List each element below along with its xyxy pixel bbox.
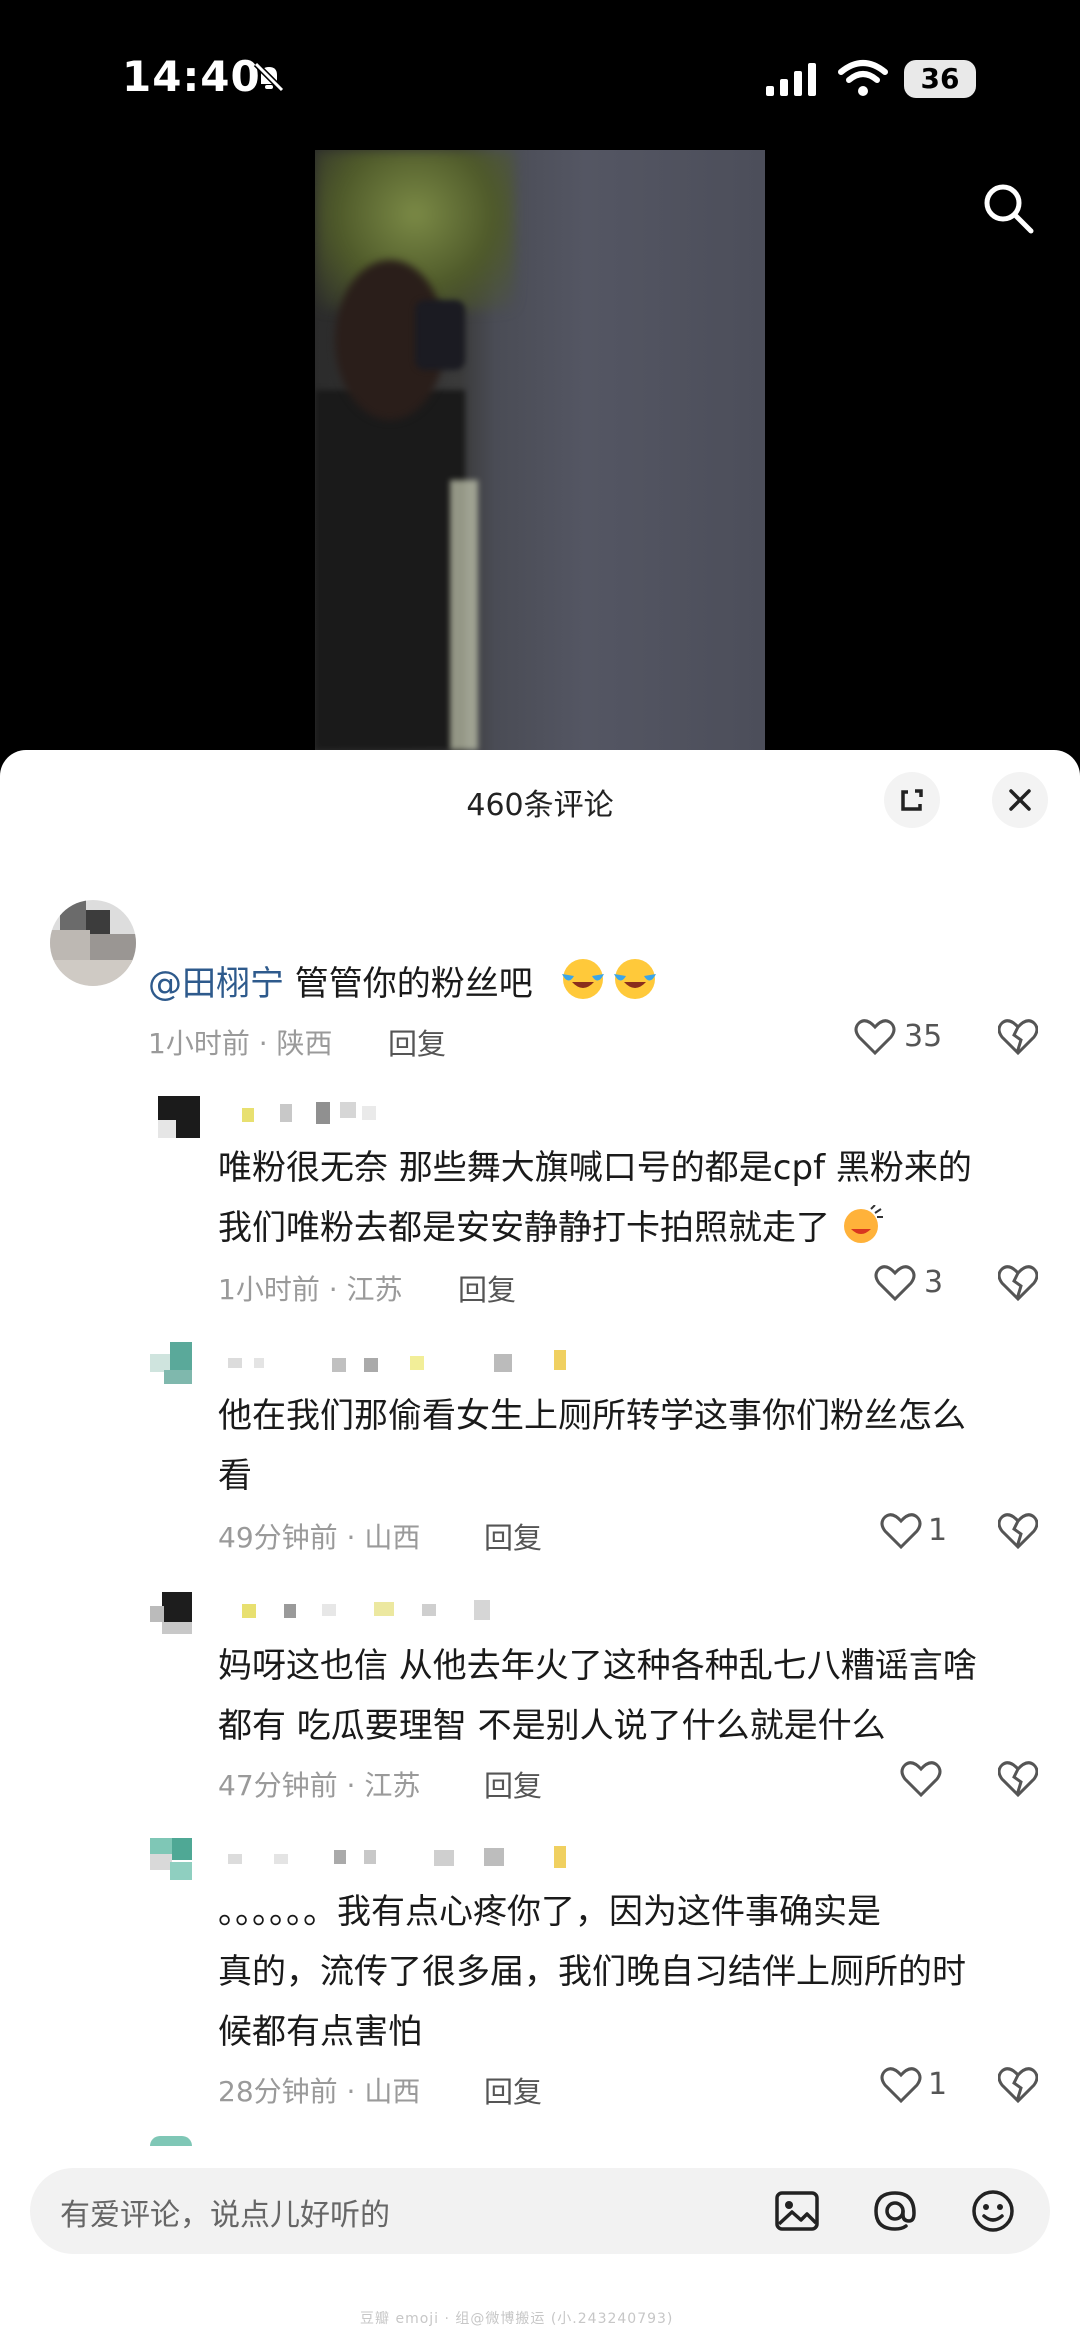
comment-meta: 1小时前 · 陕西 — [148, 1027, 333, 1060]
avatar[interactable] — [150, 1838, 192, 1880]
like-count: 35 — [904, 1019, 943, 1054]
next-comment-avatar — [150, 2136, 192, 2146]
comment-meta: 49分钟前 · 山西 — [218, 1521, 421, 1554]
username-blurred — [214, 1350, 574, 1372]
comment-meta: 28分钟前 · 山西 — [218, 2075, 421, 2108]
watermark: 豆瓣 emoji · 组@微博搬运 (小.243240793) — [360, 2311, 674, 2327]
reply-button[interactable]: 回复 — [388, 1021, 446, 1063]
expand-icon — [901, 789, 923, 811]
like-count: 1 — [928, 2067, 948, 2102]
heart-icon[interactable] — [900, 1760, 942, 1798]
comment-line-text: 我们唯粉去都是安安静静打卡拍照就走了 — [218, 1208, 830, 1248]
username-blurred — [214, 1846, 574, 1868]
heart-icon[interactable] — [880, 1512, 922, 1550]
like-count: 1 — [928, 1513, 948, 1548]
avatar[interactable] — [150, 1592, 192, 1634]
username-blurred — [220, 1102, 400, 1124]
heart-icon[interactable] — [854, 1018, 896, 1056]
image-button[interactable] — [770, 2184, 824, 2238]
comment-text: 他在我们那偷看女生上厕所转学这事你们粉丝怎么 看 — [218, 1386, 966, 1506]
search-icon[interactable] — [978, 178, 1038, 238]
comment-meta: 47分钟前 · 江苏 — [218, 1769, 421, 1802]
reply-button[interactable]: 回复 — [484, 1763, 542, 1805]
mention-button[interactable] — [868, 2184, 922, 2238]
avatar[interactable] — [158, 1096, 200, 1138]
broken-heart-icon[interactable] — [998, 1018, 1038, 1056]
user-mention[interactable]: @田栩宁 — [148, 964, 284, 1004]
close-button[interactable] — [992, 772, 1048, 828]
drooling-emoji-icon — [843, 1204, 883, 1243]
status-bar: 14:40 36 — [0, 0, 1080, 150]
video-pillar — [450, 480, 478, 750]
laugh-cry-emoji-icon — [614, 959, 656, 999]
image-icon — [775, 2191, 819, 2231]
comment-line: 他在我们那偷看女生上厕所转学这事你们粉丝怎么 — [218, 1396, 966, 1436]
comment-sheet: 460条评论 @田栩宁 管管你的粉丝吧 1小时前 · 陕西 回复 35 唯粉很无… — [0, 750, 1080, 2346]
video-person — [315, 390, 465, 750]
heart-icon[interactable] — [880, 2066, 922, 2104]
comment-text: 。。。。。。我有点心疼你了，因为这件事确实是 真的，流传了很多届，我们晚自习结伴… — [218, 1882, 966, 2062]
status-time: 14:40 — [122, 52, 261, 101]
comment-input-placeholder[interactable]: 有爱评论，说点儿好听的 — [60, 2190, 390, 2234]
broken-heart-icon[interactable] — [998, 1264, 1038, 1302]
comment-line: 我们唯粉去都是安安静静打卡拍照就走了 — [218, 1198, 972, 1258]
comment-input-bar[interactable]: 有爱评论，说点儿好听的 — [30, 2168, 1050, 2254]
like-count: 3 — [924, 1265, 944, 1300]
at-sign-icon — [874, 2191, 916, 2231]
broken-heart-icon[interactable] — [998, 1760, 1038, 1798]
video-player[interactable] — [315, 150, 765, 750]
comment-text: 妈呀这也信 从他去年火了这种各种乱七八糟谣言啥 都有 吃瓜要理智 不是别人说了什… — [218, 1636, 977, 1756]
comment-line: 候都有点害怕 — [218, 2012, 422, 2052]
broken-heart-icon[interactable] — [998, 1512, 1038, 1550]
comment-line: 。。。。。。我有点心疼你了，因为这件事确实是 — [218, 1892, 881, 1932]
avatar[interactable] — [50, 900, 136, 986]
reply-button[interactable]: 回复 — [484, 2069, 542, 2111]
broken-heart-icon[interactable] — [998, 2066, 1038, 2104]
video-phone — [415, 300, 465, 370]
cellular-signal-icon — [766, 63, 816, 96]
comment-text: 唯粉很无奈 那些舞大旗喊口号的都是cpf 黑粉来的 我们唯粉去都是安安静静打卡拍… — [218, 1138, 972, 1258]
comment-meta: 1小时前 · 江苏 — [218, 1273, 403, 1306]
bell-muted-icon — [253, 61, 285, 93]
battery-indicator: 36 — [904, 60, 976, 98]
emoji-button[interactable] — [966, 2184, 1020, 2238]
avatar[interactable] — [150, 1342, 192, 1384]
wifi-icon — [838, 60, 888, 96]
expand-button[interactable] — [884, 772, 940, 828]
heart-icon[interactable] — [874, 1264, 916, 1302]
comment-line: 都有 吃瓜要理智 不是别人说了什么就是什么 — [218, 1706, 886, 1746]
comment-body: 管管你的粉丝吧 — [284, 964, 533, 1004]
close-icon — [1009, 789, 1031, 811]
reply-button[interactable]: 回复 — [458, 1267, 516, 1309]
smiley-icon — [972, 2190, 1014, 2232]
comment-line: 看 — [218, 1456, 252, 1496]
comment-text: @田栩宁 管管你的粉丝吧 — [148, 954, 533, 1014]
comment-line: 妈呀这也信 从他去年火了这种各种乱七八糟谣言啥 — [218, 1646, 977, 1686]
username-blurred — [214, 1600, 490, 1622]
laugh-cry-emoji-icon — [562, 959, 604, 999]
reply-button[interactable]: 回复 — [484, 1515, 542, 1557]
comment-line: 唯粉很无奈 那些舞大旗喊口号的都是cpf 黑粉来的 — [218, 1148, 972, 1188]
comment-line: 真的，流传了很多届，我们晚自习结伴上厕所的时 — [218, 1952, 966, 1992]
